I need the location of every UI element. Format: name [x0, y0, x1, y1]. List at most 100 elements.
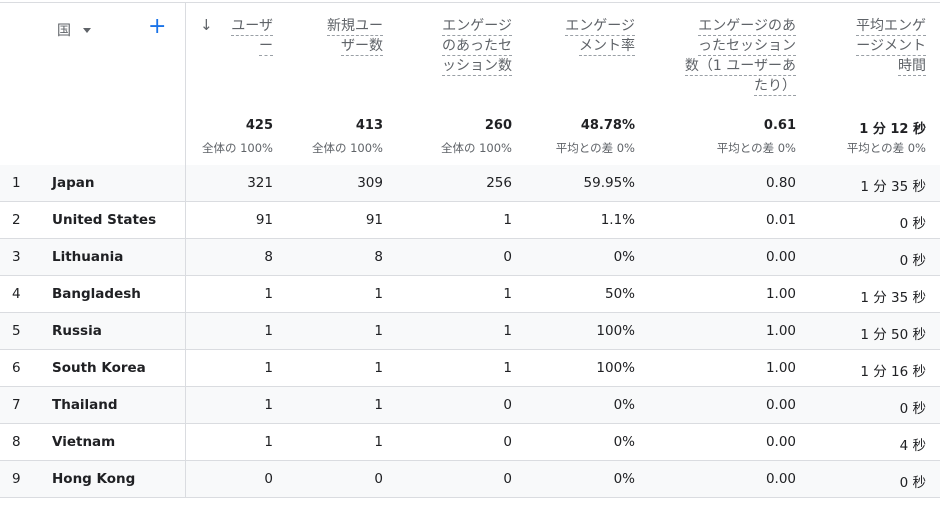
- column-divider: [185, 3, 186, 497]
- cell-users: 0: [264, 471, 273, 487]
- country-name[interactable]: United States: [52, 212, 156, 228]
- table-row[interactable]: 5 Russia 1 1 1 100% 1.00 1 分 50 秒: [0, 313, 940, 350]
- cell-users: 1: [264, 397, 273, 413]
- cell-engaged-sessions: 1: [503, 360, 512, 376]
- cell-engagement-rate: 1.1%: [600, 212, 635, 228]
- cell-engagement-rate: 0%: [613, 434, 635, 450]
- table-row[interactable]: 2 United States 91 91 1 1.1% 0.01 0 秒: [0, 202, 940, 239]
- table-row[interactable]: 3 Lithuania 8 8 0 0% 0.00 0 秒: [0, 239, 940, 276]
- cell-engaged-sessions-per-user: 1.00: [765, 286, 796, 302]
- cell-new-users: 1: [374, 360, 383, 376]
- header-line: 新規ユー: [327, 18, 383, 36]
- metric-header-new-users[interactable]: 新規ユー ザー数: [293, 16, 383, 56]
- table-row[interactable]: 8 Vietnam 1 1 0 0% 0.00 4 秒: [0, 424, 940, 461]
- row-index: 1: [12, 175, 21, 191]
- row-index: 2: [12, 212, 21, 228]
- row-index: 8: [12, 434, 21, 450]
- country-name[interactable]: Thailand: [52, 397, 118, 413]
- dimension-label: 国: [57, 23, 71, 39]
- cell-users: 1: [264, 360, 273, 376]
- country-name[interactable]: Bangladesh: [52, 286, 141, 302]
- cell-avg-engagement-time: 0 秒: [899, 216, 926, 232]
- total-users: 425: [245, 118, 273, 133]
- cell-engagement-rate: 59.95%: [583, 175, 635, 191]
- table-header: 国 + ↓ ユーザ ー 新規ユー ザー数 エンゲージ のあったセ ッション数 エ…: [0, 0, 940, 166]
- metric-header-users[interactable]: ユーザ ー: [213, 16, 273, 56]
- cell-users: 321: [247, 175, 273, 191]
- cell-new-users: 91: [365, 212, 383, 228]
- row-index: 7: [12, 397, 21, 413]
- metric-header-engaged-sessions-per-user[interactable]: エンゲージのあ ったセッション 数（1 ユーザーあ たり）: [666, 16, 796, 96]
- metric-header-engaged-sessions[interactable]: エンゲージ のあったセ ッション数: [402, 16, 512, 76]
- cell-avg-engagement-time: 1 分 35 秒: [860, 179, 926, 195]
- table-row[interactable]: 6 South Korea 1 1 1 100% 1.00 1 分 16 秒: [0, 350, 940, 387]
- header-line: 平均エンゲ: [856, 18, 926, 36]
- header-line: メント率: [579, 38, 635, 56]
- cell-engaged-sessions-per-user: 0.00: [765, 434, 796, 450]
- header-line: のあったセ: [442, 38, 512, 56]
- cell-engaged-sessions: 0: [503, 434, 512, 450]
- total-new-users: 413: [355, 118, 383, 133]
- cell-avg-engagement-time: 4 秒: [899, 438, 926, 454]
- cell-engaged-sessions: 0: [503, 471, 512, 487]
- dimension-header[interactable]: 国: [57, 20, 91, 40]
- header-line: 数（1 ユーザーあ: [684, 58, 796, 76]
- cell-engaged-sessions: 0: [503, 397, 512, 413]
- subtotal-users: 全体の 100%: [201, 141, 273, 155]
- cell-engaged-sessions: 1: [503, 323, 512, 339]
- subtotal-avg-engagement-time: 平均との差 0%: [846, 141, 926, 155]
- header-line: エンゲージ: [565, 18, 635, 36]
- cell-engagement-rate: 0%: [613, 397, 635, 413]
- cell-new-users: 1: [374, 434, 383, 450]
- total-engagement-rate: 48.78%: [580, 118, 635, 133]
- total-avg-engagement-time: 1 分 12 秒: [859, 122, 926, 137]
- header-line: 時間: [898, 58, 926, 76]
- table-row[interactable]: 4 Bangladesh 1 1 1 50% 1.00 1 分 35 秒: [0, 276, 940, 313]
- cell-new-users: 0: [374, 471, 383, 487]
- add-dimension-button[interactable]: +: [148, 13, 166, 41]
- country-name[interactable]: Japan: [52, 175, 95, 191]
- row-index: 9: [12, 471, 21, 487]
- country-name[interactable]: Hong Kong: [52, 471, 135, 487]
- cell-avg-engagement-time: 0 秒: [899, 253, 926, 269]
- cell-engagement-rate: 0%: [613, 249, 635, 265]
- country-name[interactable]: Russia: [52, 323, 102, 339]
- subtotal-new-users: 全体の 100%: [311, 141, 383, 155]
- cell-engaged-sessions: 256: [486, 175, 512, 191]
- cell-new-users: 1: [374, 397, 383, 413]
- sort-descending-icon[interactable]: ↓: [200, 16, 213, 34]
- cell-avg-engagement-time: 0 秒: [899, 475, 926, 491]
- cell-users: 91: [255, 212, 273, 228]
- cell-new-users: 309: [357, 175, 383, 191]
- cell-users: 1: [264, 434, 273, 450]
- country-name[interactable]: Lithuania: [52, 249, 123, 265]
- metric-header-engagement-rate[interactable]: エンゲージ メント率: [535, 16, 635, 56]
- header-line: ユーザ: [231, 18, 273, 36]
- cell-engaged-sessions: 1: [503, 286, 512, 302]
- dropdown-caret-icon[interactable]: [83, 27, 91, 33]
- table-row[interactable]: 9 Hong Kong 0 0 0 0% 0.00 0 秒: [0, 461, 940, 498]
- cell-users: 8: [264, 249, 273, 265]
- header-line: ったセッション: [698, 38, 796, 56]
- subtotal-engagement-rate: 平均との差 0%: [555, 141, 635, 155]
- metric-header-avg-engagement-time[interactable]: 平均エンゲ ージメント 時間: [826, 16, 926, 76]
- country-name[interactable]: Vietnam: [52, 434, 115, 450]
- cell-avg-engagement-time: 1 分 16 秒: [860, 364, 926, 380]
- row-index: 4: [12, 286, 21, 302]
- header-line: ー: [259, 38, 273, 56]
- cell-users: 1: [264, 286, 273, 302]
- top-divider: [0, 2, 940, 3]
- cell-new-users: 8: [374, 249, 383, 265]
- cell-avg-engagement-time: 1 分 50 秒: [860, 327, 926, 343]
- table-row[interactable]: 1 Japan 321 309 256 59.95% 0.80 1 分 35 秒: [0, 165, 940, 202]
- cell-users: 1: [264, 323, 273, 339]
- cell-engaged-sessions-per-user: 1.00: [765, 360, 796, 376]
- country-name[interactable]: South Korea: [52, 360, 146, 376]
- header-line: ッション数: [442, 58, 512, 76]
- table-row[interactable]: 7 Thailand 1 1 0 0% 0.00 0 秒: [0, 387, 940, 424]
- cell-engaged-sessions: 0: [503, 249, 512, 265]
- cell-engaged-sessions: 1: [503, 212, 512, 228]
- cell-engaged-sessions-per-user: 1.00: [765, 323, 796, 339]
- header-line: ザー数: [341, 38, 383, 56]
- subtotal-engaged-sessions-per-user: 平均との差 0%: [716, 141, 796, 155]
